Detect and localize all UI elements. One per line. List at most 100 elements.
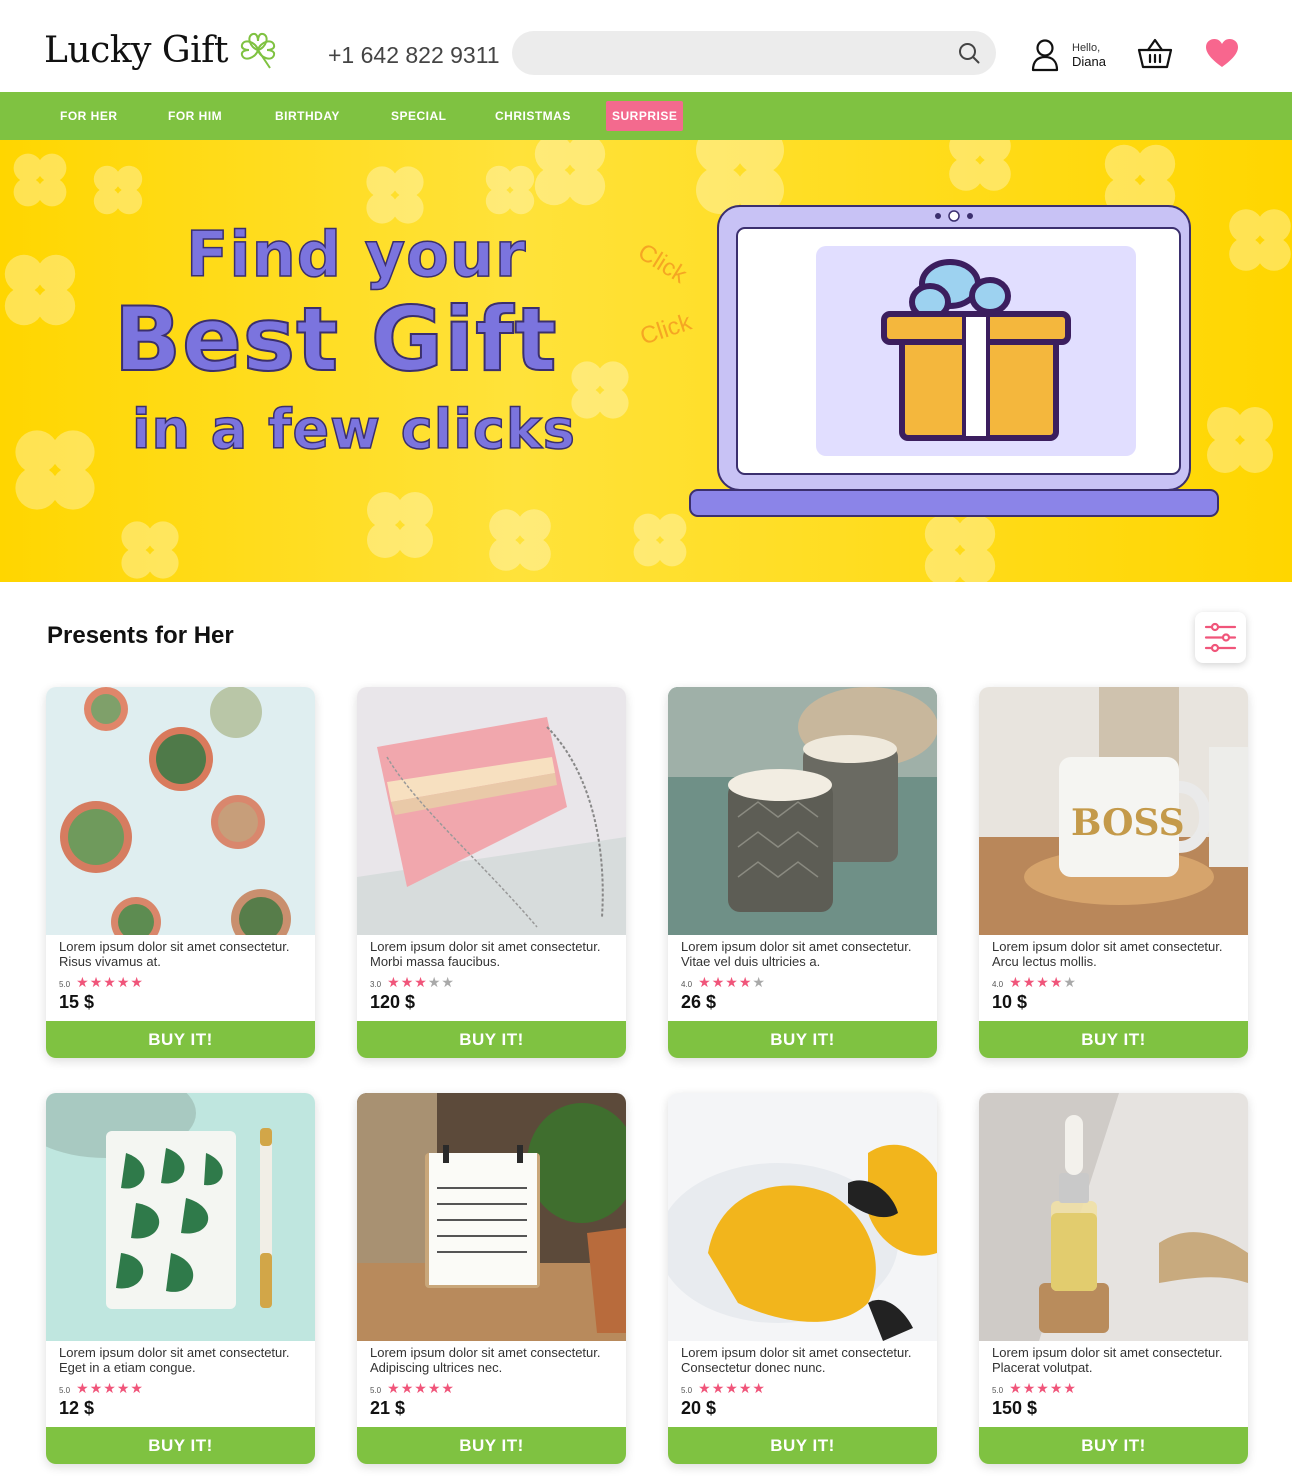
nav-item-christmas[interactable]: CHRISTMAS xyxy=(495,92,571,140)
buy-button[interactable]: BUY IT! xyxy=(46,1427,315,1464)
product-image[interactable] xyxy=(46,1093,315,1341)
buy-button[interactable]: BUY IT! xyxy=(979,1427,1248,1464)
star-icon: ★ xyxy=(725,975,738,991)
product-price: 26 $ xyxy=(681,992,717,1012)
product-rating: 5.0 ★ ★ ★ ★ ★ xyxy=(59,1382,144,1396)
heart-icon[interactable] xyxy=(1205,38,1239,68)
logo[interactable]: Lucky Gift xyxy=(44,28,280,72)
star-icon: ★ xyxy=(103,975,116,991)
rating-value: 5.0 xyxy=(59,980,71,989)
search-icon[interactable] xyxy=(958,42,980,64)
product-description: Lorem ipsum dolor sit amet consectetur. … xyxy=(681,939,912,969)
product-description: Lorem ipsum dolor sit amet consectetur. … xyxy=(992,939,1223,969)
product-description: Lorem ipsum dolor sit amet consectetur. … xyxy=(59,939,290,969)
buy-button[interactable]: BUY IT! xyxy=(357,1021,626,1058)
product-image[interactable] xyxy=(979,1093,1248,1341)
star-icon: ★ xyxy=(752,1381,765,1397)
user-account[interactable]: Hello, Diana xyxy=(1030,38,1106,72)
product-rating: 4.0 ★ ★ ★ ★ ★ xyxy=(681,976,766,990)
star-icon: ★ xyxy=(711,1381,725,1397)
phone-number[interactable]: +1 642 822 9311 xyxy=(328,42,500,69)
buy-button[interactable]: BUY IT! xyxy=(357,1427,626,1464)
product-card: Lorem ipsum dolor sit amet consectetur. … xyxy=(357,687,626,1058)
product-card: Lorem ipsum dolor sit amet consectetur. … xyxy=(46,687,315,1058)
product-price: 120 $ xyxy=(370,992,416,1012)
nav-item-for-her[interactable]: FOR HER xyxy=(60,92,118,140)
hero-headline-line-3: in a few clicks xyxy=(131,397,576,462)
logo-text: Lucky Gift xyxy=(44,29,228,71)
product-rating: 5.0 ★ ★ ★ ★ ★ xyxy=(681,1382,766,1396)
star-icon: ★ xyxy=(1009,1381,1022,1397)
star-icon: ★ xyxy=(1009,975,1022,991)
rating-value: 5.0 xyxy=(992,1386,1004,1395)
hero-headline-line-2: Best Gift xyxy=(113,287,558,392)
star-icon: ★ xyxy=(103,1381,116,1397)
category-nav: FOR HER FOR HIM BIRTHDAY SPECIAL CHRISTM… xyxy=(0,92,1292,140)
search-bar xyxy=(512,31,996,75)
star-icon: ★ xyxy=(441,1381,454,1397)
nav-item-for-him[interactable]: FOR HIM xyxy=(168,92,222,140)
star-icon: ★ xyxy=(1022,1381,1036,1397)
buy-button[interactable]: BUY IT! xyxy=(979,1021,1248,1058)
star-icon: ★ xyxy=(130,975,143,991)
buy-button[interactable]: BUY IT! xyxy=(46,1021,315,1058)
star-icon: ★ xyxy=(698,975,711,991)
star-icon: ★ xyxy=(76,975,89,991)
star-icon: ★ xyxy=(116,975,130,991)
product-card: Lorem ipsum dolor sit amet consectetur. … xyxy=(357,1093,626,1464)
buy-button[interactable]: BUY IT! xyxy=(668,1427,937,1464)
product-image[interactable] xyxy=(668,687,937,935)
product-price: 150 $ xyxy=(992,1398,1038,1418)
star-icon: ★ xyxy=(116,1381,130,1397)
site-header: Lucky Gift +1 642 822 9311 Hello, Diana xyxy=(0,0,1292,92)
svg-text:BOSS: BOSS xyxy=(1071,802,1185,844)
star-icon: ★ xyxy=(400,1381,414,1397)
nav-item-surprise[interactable]: SURPRISE xyxy=(606,101,684,131)
rating-value: 5.0 xyxy=(370,1386,382,1395)
star-icon: ★ xyxy=(387,975,400,991)
product-price: 12 $ xyxy=(59,1398,95,1418)
star-icon: ★ xyxy=(1036,1381,1049,1397)
star-icon: ★ xyxy=(89,975,103,991)
star-icon: ★ xyxy=(130,1381,143,1397)
user-name: Diana xyxy=(1072,54,1106,69)
buy-button[interactable]: BUY IT! xyxy=(668,1021,937,1058)
filter-button[interactable] xyxy=(1195,612,1246,663)
star-icon: ★ xyxy=(698,1381,711,1397)
product-price: 21 $ xyxy=(370,1398,406,1418)
product-image[interactable] xyxy=(668,1093,937,1341)
basket-icon[interactable] xyxy=(1137,38,1173,70)
rating-value: 5.0 xyxy=(681,1386,693,1395)
product-description: Lorem ipsum dolor sit amet consectetur. … xyxy=(681,1345,912,1375)
search-input[interactable] xyxy=(532,31,952,75)
product-image[interactable]: BOSS xyxy=(979,687,1248,935)
product-price: 20 $ xyxy=(681,1398,717,1418)
product-description: Lorem ipsum dolor sit amet consectetur. … xyxy=(370,939,601,969)
star-icon: ★ xyxy=(387,1381,400,1397)
star-icon: ★ xyxy=(441,975,454,991)
rating-value: 3.0 xyxy=(370,980,382,989)
product-price: 15 $ xyxy=(59,992,95,1012)
star-icon: ★ xyxy=(752,975,765,991)
nav-item-birthday[interactable]: BIRTHDAY xyxy=(275,92,340,140)
product-rating: 3.0 ★ ★ ★ ★ ★ xyxy=(370,976,455,990)
nav-item-special[interactable]: SPECIAL xyxy=(391,92,447,140)
star-icon: ★ xyxy=(414,975,427,991)
product-card: BOSS Lorem ipsum dolor sit amet consecte… xyxy=(979,687,1248,1058)
star-icon: ★ xyxy=(414,1381,427,1397)
star-icon: ★ xyxy=(1049,975,1063,991)
product-rating: 4.0 ★ ★ ★ ★ ★ xyxy=(992,976,1077,990)
star-icon: ★ xyxy=(427,975,441,991)
star-icon: ★ xyxy=(738,1381,752,1397)
product-image[interactable] xyxy=(357,687,626,935)
star-icon: ★ xyxy=(711,975,725,991)
product-image[interactable] xyxy=(357,1093,626,1341)
star-icon: ★ xyxy=(1063,1381,1076,1397)
product-card: Lorem ipsum dolor sit amet consectetur. … xyxy=(979,1093,1248,1464)
product-description: Lorem ipsum dolor sit amet consectetur. … xyxy=(370,1345,601,1375)
clover-logo-icon xyxy=(240,32,276,69)
star-icon: ★ xyxy=(1063,975,1076,991)
product-rating: 5.0 ★ ★ ★ ★ ★ xyxy=(370,1382,455,1396)
star-icon: ★ xyxy=(427,1381,441,1397)
product-image[interactable] xyxy=(46,687,315,935)
